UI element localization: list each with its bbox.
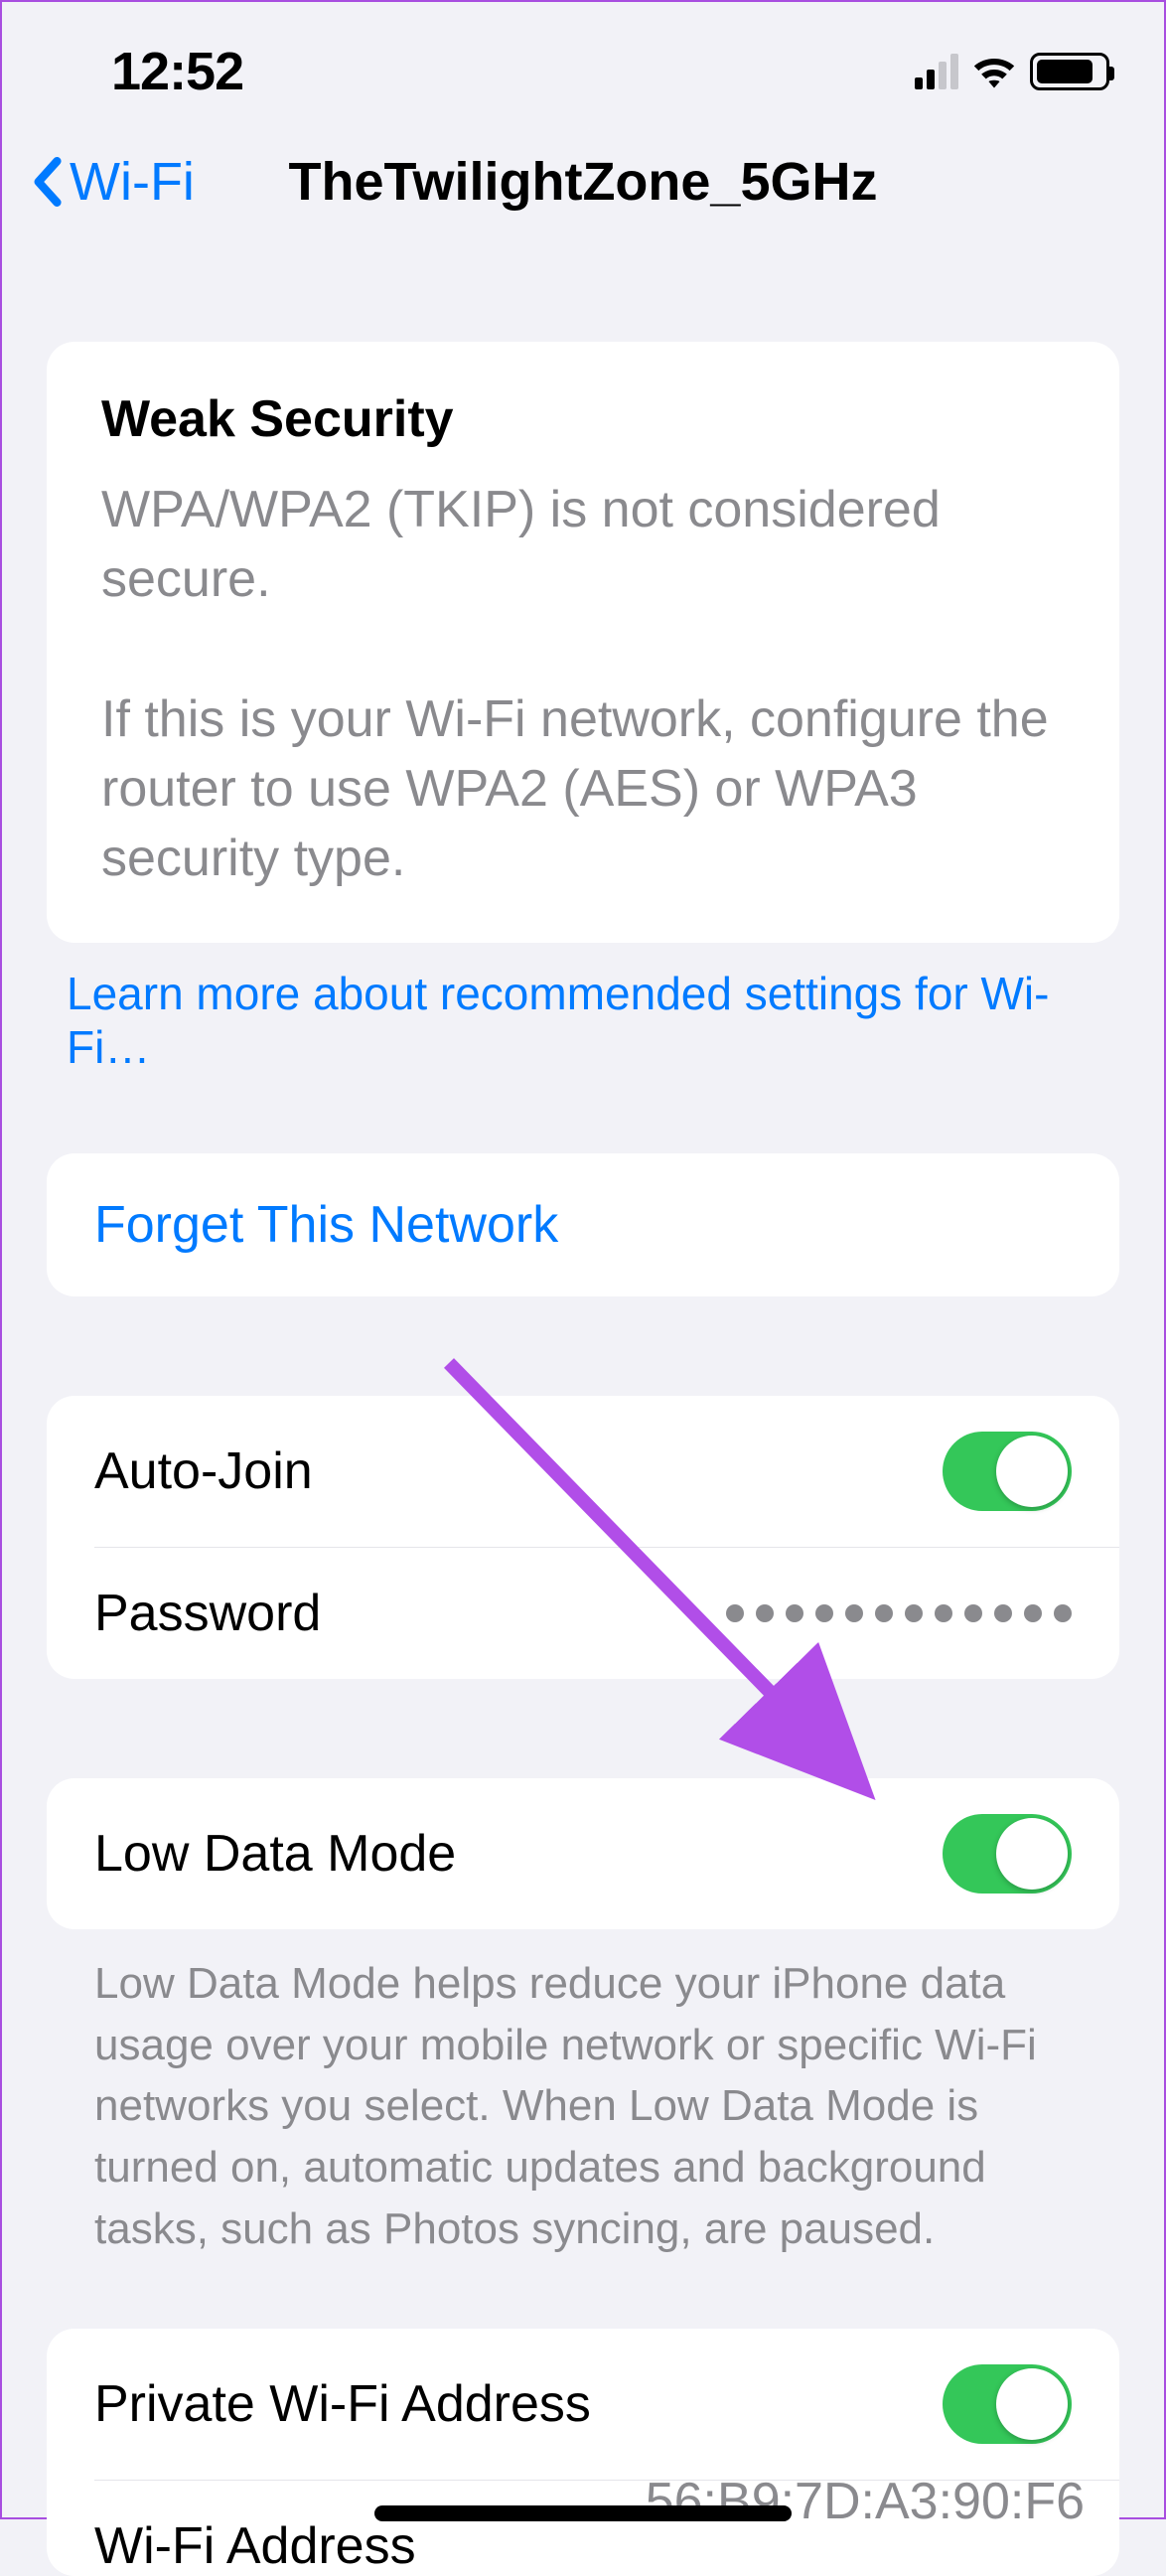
low-data-mode-group: Low Data Mode	[47, 1778, 1119, 1929]
connection-settings-group: Auto-Join Password	[47, 1396, 1119, 1679]
auto-join-label: Auto-Join	[94, 1441, 313, 1501]
low-data-mode-footer: Low Data Mode helps reduce your iPhone d…	[47, 1929, 1119, 2259]
auto-join-row: Auto-Join	[47, 1396, 1119, 1547]
security-body: WPA/WPA2 (TKIP) is not considered secure…	[101, 475, 1065, 893]
low-data-mode-label: Low Data Mode	[94, 1824, 456, 1884]
chevron-left-icon	[32, 157, 62, 207]
forget-network-button[interactable]: Forget This Network	[47, 1153, 1119, 1296]
status-time: 12:52	[111, 41, 243, 102]
status-bar: 12:52	[2, 2, 1164, 141]
private-wifi-address-toggle[interactable]	[943, 2364, 1072, 2444]
password-row[interactable]: Password	[94, 1547, 1119, 1679]
cellular-signal-icon	[915, 54, 958, 89]
status-indicators	[915, 53, 1109, 90]
private-wifi-address-label: Private Wi-Fi Address	[94, 2374, 591, 2434]
back-button[interactable]: Wi-Fi	[32, 151, 195, 213]
security-warning-card: Weak Security WPA/WPA2 (TKIP) is not con…	[47, 342, 1119, 943]
private-wifi-address-row: Private Wi-Fi Address	[47, 2329, 1119, 2480]
address-group: Private Wi-Fi Address Wi-Fi Address	[47, 2329, 1119, 2576]
auto-join-toggle[interactable]	[943, 1432, 1072, 1511]
low-data-mode-toggle[interactable]	[943, 1814, 1072, 1894]
password-label: Password	[94, 1584, 321, 1643]
wifi-address-label: Wi-Fi Address	[94, 2516, 416, 2576]
forget-network-card: Forget This Network	[47, 1153, 1119, 1296]
password-value	[726, 1604, 1072, 1622]
low-data-mode-row: Low Data Mode	[47, 1778, 1119, 1929]
security-heading: Weak Security	[101, 389, 1065, 449]
wifi-address-value: 56:B9:7D:A3:90:F6	[646, 2472, 1085, 2531]
wifi-icon	[972, 55, 1016, 88]
nav-bar: Wi-Fi TheTwilightZone_5GHz	[2, 141, 1164, 242]
learn-more-link[interactable]: Learn more about recommended settings fo…	[47, 943, 1119, 1074]
back-label: Wi-Fi	[70, 151, 195, 213]
battery-icon	[1030, 53, 1109, 90]
